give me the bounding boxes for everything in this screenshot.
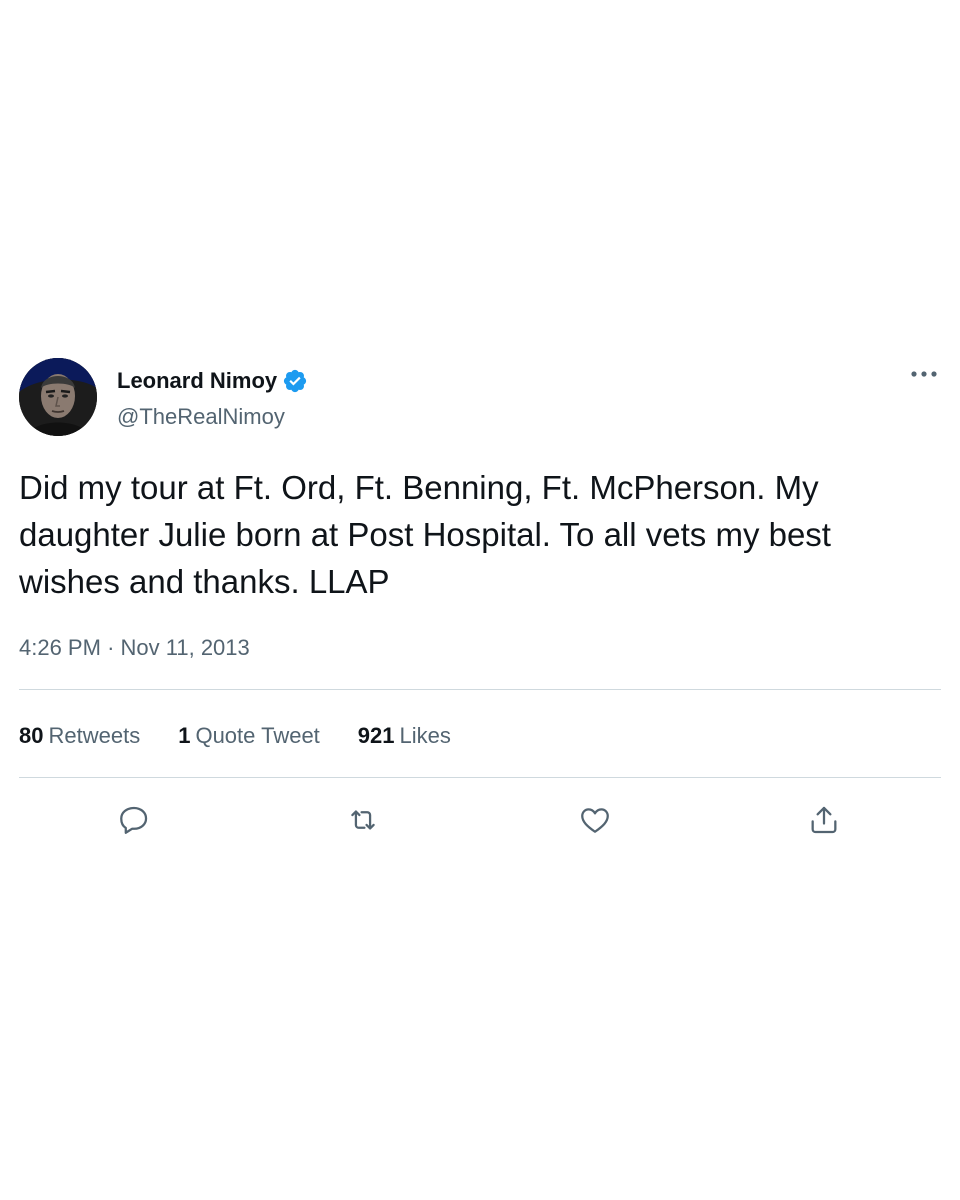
timestamp-separator: · [107,635,115,660]
retweets-count: 80 [19,723,44,748]
likes-stat[interactable]: 921 Likes [358,720,451,752]
share-icon[interactable] [804,800,844,840]
retweet-icon[interactable] [343,800,383,840]
engagement-stats: 80 Retweets 1 Quote Tweet 921 Likes [19,720,489,752]
tweet-date[interactable]: Nov 11, 2013 [121,635,250,660]
retweets-label: Retweets [48,723,141,748]
author-handle[interactable]: @TheRealNimoy [117,402,285,432]
reply-icon[interactable] [114,800,154,840]
likes-label: Likes [399,723,451,748]
divider [19,777,941,778]
like-icon[interactable] [575,800,615,840]
verified-badge-icon [282,368,308,394]
retweets-stat[interactable]: 80 Retweets [19,720,140,752]
author-name-row[interactable]: Leonard Nimoy [117,366,308,396]
quote-tweets-stat[interactable]: 1 Quote Tweet [178,720,320,752]
tweet-text: Did my tour at Ft. Ord, Ft. Benning, Ft.… [19,469,831,600]
avatar[interactable] [19,358,97,436]
tweet-timestamp[interactable]: 4:26 PM · Nov 11, 2013 [19,633,250,663]
tweet-time[interactable]: 4:26 PM [19,635,101,660]
likes-count: 921 [357,723,395,748]
avatar-portrait-icon [19,358,97,436]
quote-tweets-label: Quote Tweet [195,723,320,748]
divider [19,689,941,690]
more-options-icon[interactable] [906,362,942,386]
tweet-card: Leonard Nimoy @TheRealNimoy Did my tour … [0,0,960,1200]
quote-tweets-count: 1 [178,723,191,748]
author-display-name[interactable]: Leonard Nimoy [117,366,277,396]
